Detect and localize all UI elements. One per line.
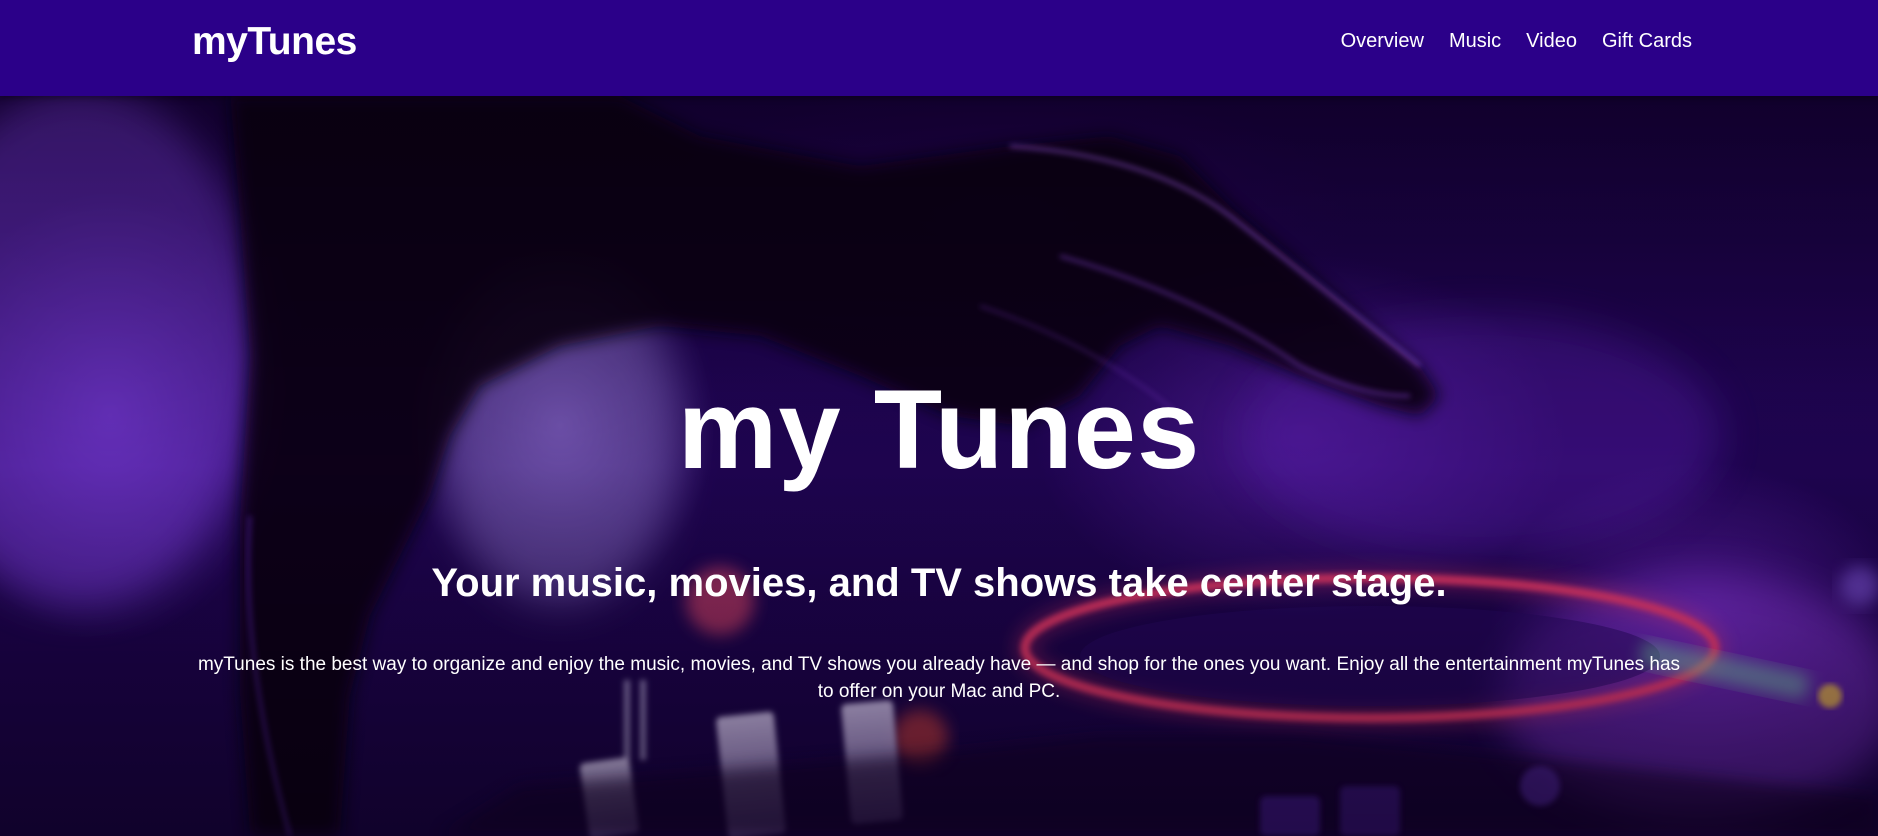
hero-description: myTunes is the best way to organize and …	[197, 654, 1681, 702]
hero-subtitle: Your music, movies, and TV shows take ce…	[431, 561, 1447, 605]
nav-link-video[interactable]: Video	[1526, 30, 1577, 53]
page: myTunes Overview Music Video Gift Cards	[0, 0, 1878, 836]
main-nav: Overview Music Video Gift Cards	[1341, 30, 1692, 53]
nav-link-overview[interactable]: Overview	[1341, 30, 1424, 53]
hero-section: my Tunes Your music, movies, and TV show…	[0, 96, 1878, 836]
nav-link-gift-cards[interactable]: Gift Cards	[1602, 30, 1692, 53]
brand-logo-link[interactable]: myTunes	[192, 20, 357, 64]
hero-content: my Tunes Your music, movies, and TV show…	[0, 96, 1878, 836]
nav-link-music[interactable]: Music	[1449, 30, 1501, 53]
top-navbar: myTunes Overview Music Video Gift Cards	[0, 0, 1878, 96]
hero-title: my Tunes	[677, 367, 1201, 492]
